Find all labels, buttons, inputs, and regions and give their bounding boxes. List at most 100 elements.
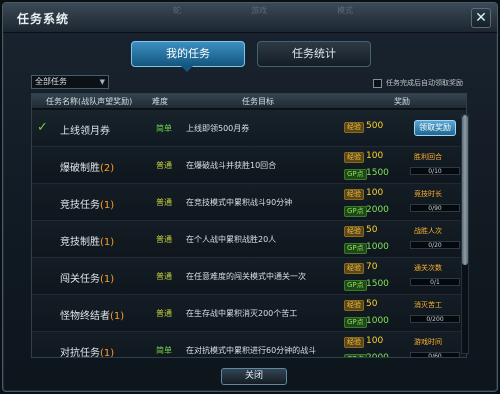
difficulty-label: 简单 xyxy=(156,346,172,355)
task-name: 闯关任务(1) xyxy=(60,270,114,285)
task-goal: 在任意难度的闯关模式中通关一次 xyxy=(186,272,306,281)
table-row[interactable]: ✓ 上线领月券 简单 上线即领500月券 经验 500 领取奖励 xyxy=(32,110,466,147)
task-progress: (1) xyxy=(100,237,115,248)
close-icon[interactable]: ✕ xyxy=(471,8,491,28)
xp-reward-value: 50 xyxy=(366,299,378,309)
task-name-text: 对抗任务 xyxy=(60,348,100,358)
task-name: 怪物终结者(1) xyxy=(60,307,124,322)
auto-claim-label: 任务完成后自动领取奖励 xyxy=(386,79,463,87)
task-name: 爆破制胜(2) xyxy=(60,159,114,174)
stat-progress-bar: 0/20 xyxy=(410,241,460,249)
background-label-2: 游戏 xyxy=(251,6,267,15)
gold-reward-value: 1500 xyxy=(366,168,389,178)
task-system-window: 任务系统 蛇 游戏 模式 ✕ 我的任务 任务统计 全部任务 ▼ 任务完成后自动领… xyxy=(2,2,498,392)
difficulty-label: 普通 xyxy=(156,272,172,281)
chevron-down-icon: ▼ xyxy=(99,78,105,86)
stat-progress-bar: 0/90 xyxy=(410,204,460,212)
table-row[interactable]: 闯关任务(1) 普通 在任意难度的闯关模式中通关一次 经验 70 GP点 1500 通关次数 0… xyxy=(32,258,466,295)
xp-reward-value: 50 xyxy=(366,225,378,235)
task-goal: 在爆破战斗并获胜10回合 xyxy=(186,161,277,170)
xp-reward-value: 100 xyxy=(366,151,384,161)
xp-reward-icon: 经验 xyxy=(344,300,364,311)
header-reward: 奖励 xyxy=(394,97,410,106)
difficulty-label: 普通 xyxy=(156,161,172,170)
gold-reward-value: 1000 xyxy=(366,242,389,252)
gold-reward-value: 2000 xyxy=(366,353,389,358)
task-progress: (1) xyxy=(100,200,115,211)
stat-progress-bar: 0/60 xyxy=(410,352,460,357)
background-label-1: 蛇 xyxy=(173,6,181,15)
auto-claim-option[interactable]: 任务完成后自动领取奖励 xyxy=(373,77,463,89)
xp-reward-icon: 经验 xyxy=(344,122,364,133)
task-table: 任务名称(战队声望奖励) 难度 任务目标 奖励 ✓ 上线领月券 简单 上线即领500月… xyxy=(31,93,467,358)
task-filter-dropdown[interactable]: 全部任务 ▼ xyxy=(31,75,109,89)
task-name-text: 竞技任务 xyxy=(60,200,100,211)
window-title: 任务系统 xyxy=(17,12,70,26)
gold-reward-icon: GP点 xyxy=(344,243,367,254)
xp-reward-value: 70 xyxy=(366,262,378,272)
task-name: 竞技制胜(1) xyxy=(60,233,114,248)
xp-reward-icon: 经验 xyxy=(344,263,364,274)
header-difficulty: 难度 xyxy=(152,97,168,106)
close-button[interactable]: 关闭 xyxy=(221,368,287,385)
tab-task-stats[interactable]: 任务统计 xyxy=(257,41,371,67)
gold-reward-value: 1500 xyxy=(366,279,389,289)
gold-reward-icon: GP点 xyxy=(344,354,367,357)
task-name-text: 上线领月券 xyxy=(60,126,110,137)
table-row[interactable]: 竞技任务(1) 普通 在竞技模式中累积战斗90分钟 经验 100 GP点 2000 竞技时长 0… xyxy=(32,184,466,221)
stat-label: 胜利回合 xyxy=(414,153,442,161)
difficulty-label: 普通 xyxy=(156,309,172,318)
difficulty-label: 普通 xyxy=(156,198,172,207)
auto-claim-checkbox[interactable] xyxy=(373,78,382,88)
active-tab-pointer-icon xyxy=(181,66,193,72)
task-name-text: 爆破制胜 xyxy=(60,163,100,174)
task-filter-value: 全部任务 xyxy=(35,77,67,86)
task-name: 竞技任务(1) xyxy=(60,196,114,211)
xp-reward-icon: 经验 xyxy=(344,189,364,200)
xp-reward-icon: 经验 xyxy=(344,226,364,237)
task-goal: 上线即领500月券 xyxy=(186,124,250,133)
task-progress: (1) xyxy=(110,311,125,322)
task-goal: 在生存战中累积消灭200个苦工 xyxy=(186,309,298,318)
task-goal: 在个人战中累积战胜20人 xyxy=(186,235,277,244)
difficulty-label: 普通 xyxy=(156,235,172,244)
difficulty-label: 简单 xyxy=(156,124,172,133)
table-row[interactable]: 爆破制胜(2) 普通 在爆破战斗并获胜10回合 经验 100 GP点 1500 胜利回合 0/1… xyxy=(32,147,466,184)
gold-reward-icon: GP点 xyxy=(344,280,367,291)
table-row[interactable]: 怪物终结者(1) 普通 在生存战中累积消灭200个苦工 经验 50 GP点 1000 消灭苦工… xyxy=(32,295,466,332)
header-goal: 任务目标 xyxy=(242,97,274,106)
background-label-3: 模式 xyxy=(337,6,353,15)
title-bar: 任务系统 蛇 游戏 模式 ✕ xyxy=(3,3,497,33)
xp-reward-icon: 经验 xyxy=(344,337,364,348)
stat-label: 通关次数 xyxy=(414,264,442,272)
scroll-thumb[interactable] xyxy=(462,115,468,265)
task-goal: 在竞技模式中累积战斗90分钟 xyxy=(186,198,293,207)
task-progress: (2) xyxy=(100,163,115,174)
task-name-text: 闯关任务 xyxy=(60,274,100,285)
task-name-text: 怪物终结者 xyxy=(60,311,110,322)
xp-reward-value: 100 xyxy=(366,188,384,198)
table-row[interactable]: 对抗任务(1) 简单 在对抗模式中累积进行60分钟的战斗 经验100 GP点2000 游戏… xyxy=(32,332,466,358)
tab-my-tasks[interactable]: 我的任务 xyxy=(131,41,245,67)
table-header: 任务名称(战队声望奖励) 难度 任务目标 奖励 xyxy=(32,94,466,109)
task-goal: 在对抗模式中累积进行60分钟的战斗 xyxy=(186,346,317,355)
table-scrollbar[interactable] xyxy=(461,114,469,354)
task-name: 对抗任务(1) xyxy=(60,344,114,358)
stat-progress-bar: 0/10 xyxy=(410,167,460,175)
table-row[interactable]: 竞技制胜(1) 普通 在个人战中累积战胜20人 经验 50 GP点 1000 战胜人次 0/20 xyxy=(32,221,466,258)
task-progress: (1) xyxy=(100,274,115,285)
xp-reward-value: 500 xyxy=(366,121,384,131)
gold-reward-value: 2000 xyxy=(366,205,389,215)
check-icon: ✓ xyxy=(37,120,48,135)
task-name-text: 竞技制胜 xyxy=(60,237,100,248)
claim-reward-button[interactable]: 领取奖励 xyxy=(414,120,456,136)
stat-progress-bar: 0/1 xyxy=(410,278,460,286)
gold-reward-icon: GP点 xyxy=(344,206,367,217)
xp-reward-icon: 经验 xyxy=(344,152,364,163)
stat-progress-bar: 0/200 xyxy=(410,315,460,323)
gold-reward-icon: GP点 xyxy=(344,317,367,328)
header-task-name: 任务名称(战队声望奖励) xyxy=(46,97,133,106)
background-ui-labels: 蛇 游戏 模式 xyxy=(173,5,453,19)
stat-label: 消灭苦工 xyxy=(414,301,442,309)
xp-reward-value: 100 xyxy=(366,336,384,346)
